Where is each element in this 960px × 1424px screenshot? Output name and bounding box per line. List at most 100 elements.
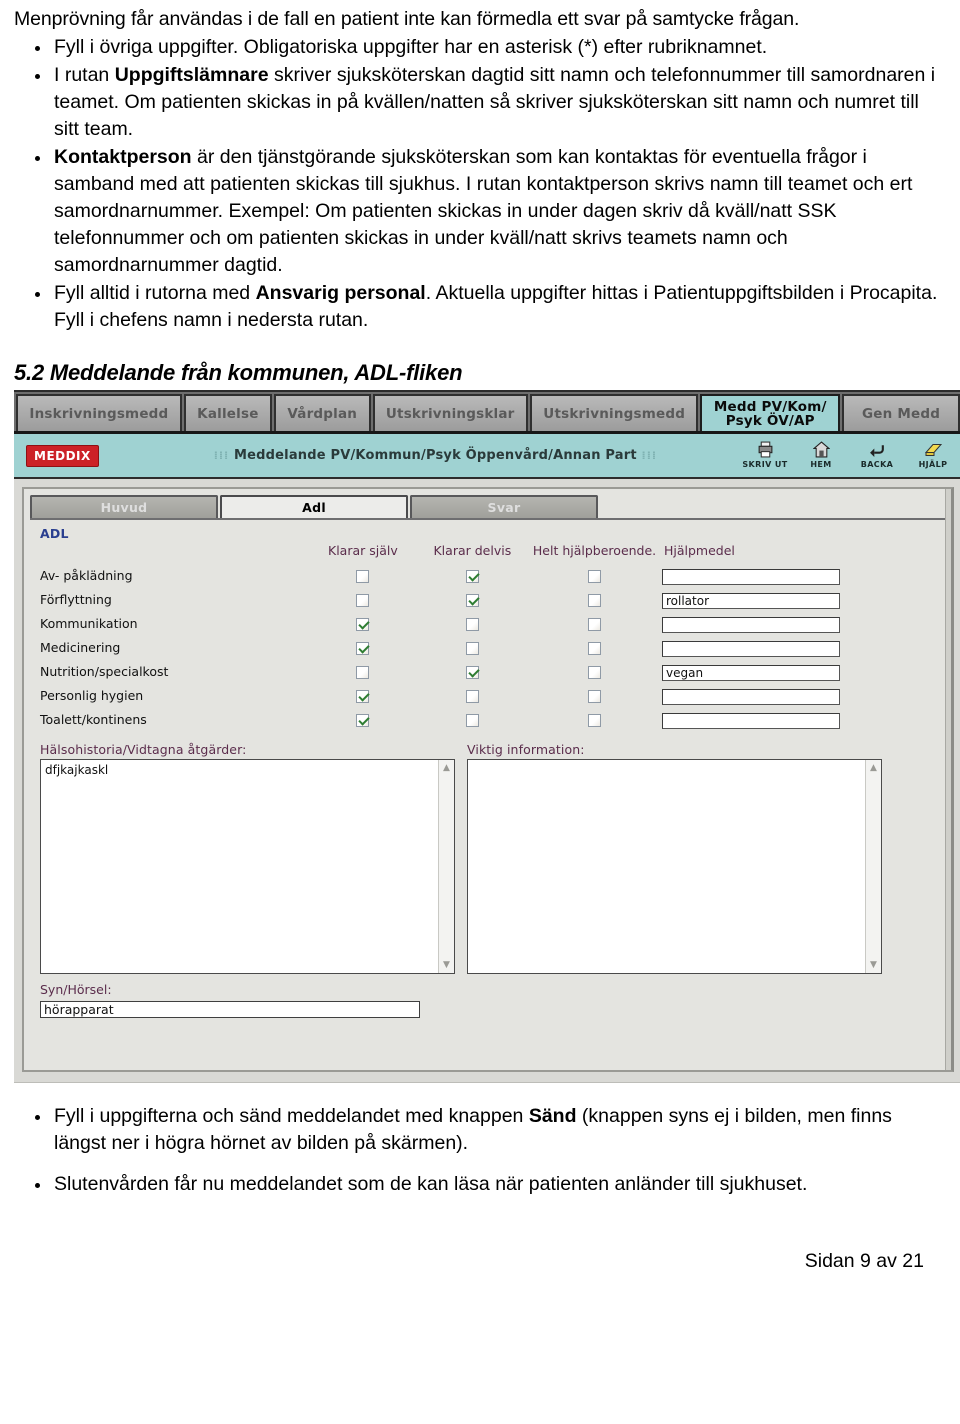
decor-dots-right: ⁞⁞⁞ bbox=[641, 449, 658, 462]
checkbox-helt-hjalpberoende-6[interactable] bbox=[588, 714, 602, 727]
main-tab-label: Vårdplan bbox=[287, 405, 358, 422]
adl-cell-klarar-delvis bbox=[418, 660, 527, 684]
page-title: 5.2 Meddelande från kommunen, ADL-fliken bbox=[14, 360, 463, 385]
checkbox-helt-hjalpberoende-5[interactable] bbox=[588, 690, 602, 703]
textarea-label-1: Viktig information: bbox=[467, 742, 585, 757]
table-row: Nutrition/specialkost bbox=[40, 660, 870, 684]
main-tab-1[interactable]: Kallelse bbox=[183, 394, 272, 431]
table-row: Toalett/kontinens bbox=[40, 708, 870, 732]
checkbox-klarar-sjalv-6[interactable] bbox=[356, 714, 370, 727]
hjalpmedel-input-1[interactable] bbox=[661, 593, 840, 609]
hjalpmedel-input-0[interactable] bbox=[661, 569, 840, 585]
hjalpmedel-input-2[interactable] bbox=[661, 617, 840, 633]
checkbox-klarar-sjalv-3[interactable] bbox=[356, 642, 370, 655]
main-tab-label: Utskrivningsklar bbox=[385, 405, 515, 422]
checkbox-klarar-sjalv-0[interactable] bbox=[356, 570, 370, 583]
main-tab-5[interactable]: Medd PV/Kom/ Psyk ÖV/AP bbox=[700, 394, 841, 431]
checkbox-klarar-sjalv-2[interactable] bbox=[356, 618, 370, 631]
adl-row-label: Av- påklädning bbox=[40, 568, 133, 583]
bullet-item: Fyll i övriga uppgifter. Obligatoriska u… bbox=[14, 34, 946, 61]
bullet-emphasis: Kontaktperson bbox=[54, 146, 192, 168]
hjalpmedel-input-6[interactable] bbox=[661, 713, 840, 729]
content-scrollbar[interactable] bbox=[945, 489, 951, 1070]
checkbox-klarar-delvis-3[interactable] bbox=[465, 642, 479, 655]
checkbox-helt-hjalpberoende-0[interactable] bbox=[588, 570, 602, 583]
adl-cell-helt-hjalpberoende bbox=[527, 708, 662, 732]
main-tab-3[interactable]: Utskrivningsklar bbox=[372, 394, 528, 431]
textarea-0[interactable]: dfjkajkaskl ▲ ▼ bbox=[40, 759, 455, 974]
adl-table-header-row: Klarar själv Klarar delvis Helt hjälpber… bbox=[40, 543, 870, 564]
adl-row-label: Medicinering bbox=[40, 640, 121, 655]
checkbox-helt-hjalpberoende-2[interactable] bbox=[588, 618, 602, 631]
table-row: Av- påklädning bbox=[40, 564, 870, 588]
toolbar-button-label: SKRIV UT bbox=[742, 460, 788, 469]
adl-cell-klarar-delvis bbox=[418, 612, 527, 636]
toolbar-button-0[interactable]: SKRIV UT bbox=[742, 440, 788, 469]
scroll-up-arrow-icon[interactable]: ▲ bbox=[439, 760, 454, 776]
adl-col-klarar-delvis: Klarar delvis bbox=[433, 543, 512, 558]
textarea-scrollbar-1[interactable]: ▲ ▼ bbox=[865, 760, 881, 973]
main-tab-2[interactable]: Vårdplan bbox=[273, 394, 371, 431]
checkbox-klarar-delvis-5[interactable] bbox=[465, 690, 479, 703]
sub-tab-label: Svar bbox=[487, 500, 521, 515]
checkbox-klarar-sjalv-4[interactable] bbox=[356, 666, 370, 679]
main-tab-4[interactable]: Utskrivningsmedd bbox=[529, 394, 699, 431]
adl-cell-klarar-delvis bbox=[418, 588, 527, 612]
table-row: Förflyttning bbox=[40, 588, 870, 612]
app-body: Huvud Adl Svar ADL Klarar själv Klarar del… bbox=[14, 479, 960, 1083]
hjalpmedel-input-3[interactable] bbox=[661, 641, 840, 657]
toolbar-button-3[interactable]: HJÄLP bbox=[910, 440, 956, 469]
adl-col-blank bbox=[40, 543, 308, 564]
checkbox-klarar-delvis-0[interactable] bbox=[465, 570, 479, 583]
textarea-scrollbar-0[interactable]: ▲ ▼ bbox=[438, 760, 454, 973]
checkbox-klarar-delvis-2[interactable] bbox=[465, 618, 479, 631]
app-content-frame: Huvud Adl Svar ADL Klarar själv Klarar del… bbox=[22, 487, 954, 1072]
textarea-label-0: Hälsohistoria/Vidtagna åtgärder: bbox=[40, 742, 247, 757]
scroll-down-arrow-icon[interactable]: ▼ bbox=[439, 957, 454, 973]
scroll-up-arrow-icon[interactable]: ▲ bbox=[866, 760, 881, 776]
checkbox-klarar-delvis-6[interactable] bbox=[465, 714, 479, 727]
adl-cell-hjalpmedel bbox=[661, 612, 870, 636]
adl-cell-hjalpmedel bbox=[661, 684, 870, 708]
adl-cell-klarar-sjalv bbox=[308, 588, 417, 612]
adl-cell-hjalpmedel bbox=[661, 636, 870, 660]
adl-col-helt-hjalpberoende: Helt hjälpberoende. bbox=[532, 543, 657, 558]
table-row: Personlig hygien bbox=[40, 684, 870, 708]
bullet-text: Fyll i övriga uppgifter. Obligatoriska u… bbox=[54, 36, 768, 58]
adl-cell-helt-hjalpberoende bbox=[527, 564, 662, 588]
main-tab-label: Inskrivningsmedd bbox=[29, 405, 169, 422]
adl-cell-helt-hjalpberoende bbox=[527, 588, 662, 612]
bullet-emphasis: Sänd bbox=[528, 1105, 577, 1127]
sub-tab-2[interactable]: Svar bbox=[410, 495, 598, 518]
checkbox-helt-hjalpberoende-1[interactable] bbox=[588, 594, 602, 607]
checkbox-klarar-sjalv-5[interactable] bbox=[356, 690, 370, 703]
sub-tab-1[interactable]: Adl bbox=[220, 495, 408, 518]
checkbox-helt-hjalpberoende-4[interactable] bbox=[588, 666, 602, 679]
sub-tab-0[interactable]: Huvud bbox=[30, 495, 218, 518]
adl-cell-klarar-delvis bbox=[418, 708, 527, 732]
bullet-text: Fyll i uppgifterna och sänd meddelandet … bbox=[54, 1105, 529, 1127]
hjalpmedel-input-5[interactable] bbox=[661, 689, 840, 705]
main-tab-6[interactable]: Gen Medd bbox=[842, 394, 960, 431]
textarea-column-1: Viktig information: ▲ ▼ bbox=[467, 742, 882, 974]
app-header-title: ⁞⁞⁞ Meddelande PV/Kommun/Psyk Öppenvård/… bbox=[99, 448, 742, 463]
main-tab-label: Gen Medd bbox=[862, 405, 941, 422]
adl-row-label: Kommunikation bbox=[40, 616, 138, 631]
scroll-down-arrow-icon[interactable]: ▼ bbox=[866, 957, 881, 973]
toolbar-button-1[interactable]: HEM bbox=[798, 440, 844, 469]
checkbox-klarar-delvis-4[interactable] bbox=[465, 666, 479, 679]
main-tab-0[interactable]: Inskrivningsmedd bbox=[16, 394, 182, 431]
checkbox-klarar-sjalv-1[interactable] bbox=[356, 594, 370, 607]
checkbox-helt-hjalpberoende-3[interactable] bbox=[588, 642, 602, 655]
syn-horsel-input[interactable] bbox=[40, 1001, 420, 1018]
home-icon bbox=[798, 440, 844, 459]
toolbar-button-2[interactable]: BACKA bbox=[854, 440, 900, 469]
textarea-1[interactable]: ▲ ▼ bbox=[467, 759, 882, 974]
hjalpmedel-input-4[interactable] bbox=[661, 665, 840, 681]
checkbox-klarar-delvis-1[interactable] bbox=[465, 594, 479, 607]
adl-col-klarar-sjalv: Klarar själv bbox=[328, 543, 398, 558]
bullet-emphasis: Ansvarig personal bbox=[255, 282, 426, 304]
intro-paragraph: Menprövning får användas i de fall en pa… bbox=[14, 8, 800, 30]
adl-cell-klarar-sjalv bbox=[308, 684, 417, 708]
adl-panel: ADL Klarar själv Klarar delvis Helt hjäl… bbox=[30, 518, 945, 1028]
